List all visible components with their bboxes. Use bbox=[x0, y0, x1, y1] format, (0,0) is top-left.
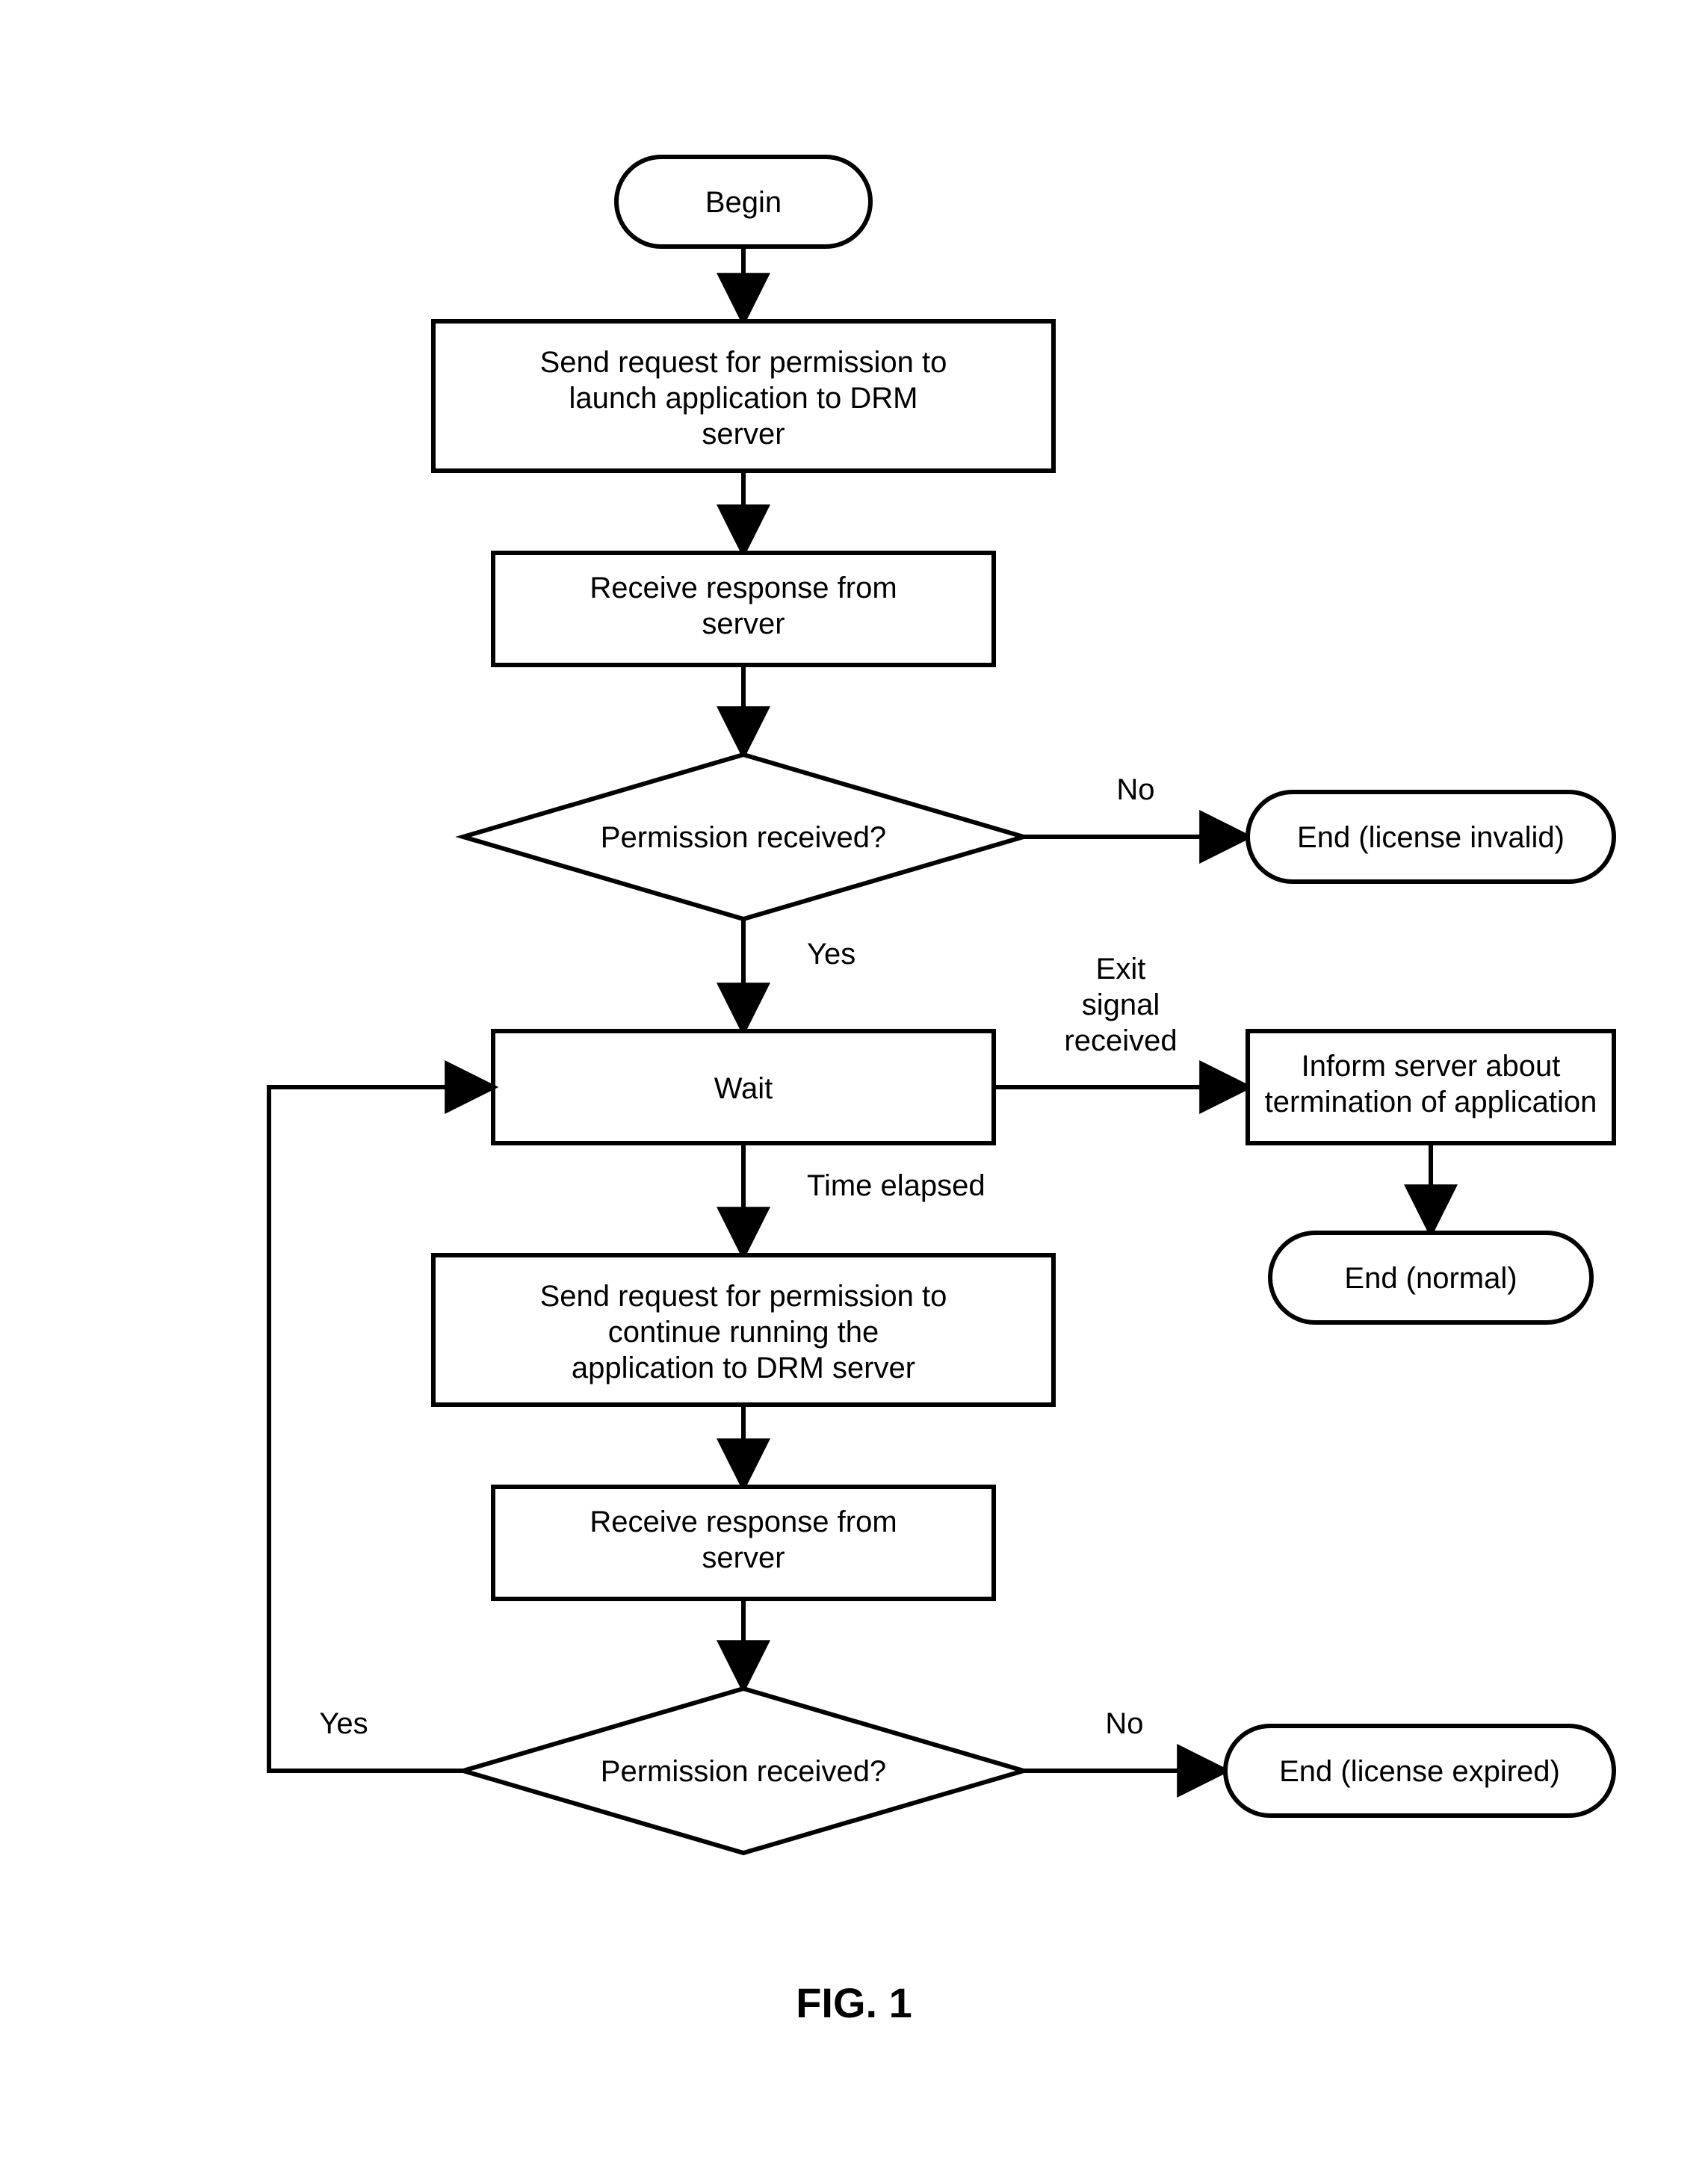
node-begin-label: Begin bbox=[705, 186, 782, 219]
edge-perm2-yes-label: Yes bbox=[319, 1707, 368, 1740]
node-end-normal: End (normal) bbox=[1270, 1233, 1591, 1322]
node-wait: Wait bbox=[493, 1031, 994, 1143]
node-send-launch: Send request for permission tolaunch app… bbox=[433, 321, 1053, 471]
node-end-invalid: End (license invalid) bbox=[1248, 792, 1614, 882]
node-recv2: Receive response fromserver bbox=[493, 1487, 994, 1599]
node-perm1-label: Permission received? bbox=[601, 821, 886, 854]
edge-perm2-yes bbox=[269, 1087, 493, 1771]
node-inform: Inform server abouttermination of applic… bbox=[1248, 1031, 1614, 1143]
edge-perm2-no-label: No bbox=[1105, 1707, 1143, 1740]
figure-caption: FIG. 1 bbox=[796, 1979, 912, 2026]
node-perm2: Permission received? bbox=[463, 1689, 1024, 1853]
edge-perm1-no-label: No bbox=[1116, 773, 1154, 806]
edge-perm1-yes-label: Yes bbox=[807, 938, 855, 971]
node-perm1: Permission received? bbox=[463, 755, 1024, 919]
node-end-expired-label: End (license expired) bbox=[1279, 1755, 1560, 1788]
edge-wait-time-label: Time elapsed bbox=[807, 1169, 985, 1202]
node-end-invalid-label: End (license invalid) bbox=[1297, 821, 1565, 854]
node-end-normal-label: End (normal) bbox=[1344, 1262, 1517, 1295]
node-end-expired: End (license expired) bbox=[1225, 1726, 1614, 1816]
edge-wait-exit-label: Exitsignalreceived bbox=[1064, 953, 1177, 1057]
node-recv1: Receive response fromserver bbox=[493, 553, 994, 665]
node-perm2-label: Permission received? bbox=[601, 1755, 886, 1788]
node-begin: Begin bbox=[616, 157, 870, 247]
node-wait-label: Wait bbox=[714, 1072, 773, 1105]
node-send-continue: Send request for permission tocontinue r… bbox=[433, 1255, 1053, 1405]
